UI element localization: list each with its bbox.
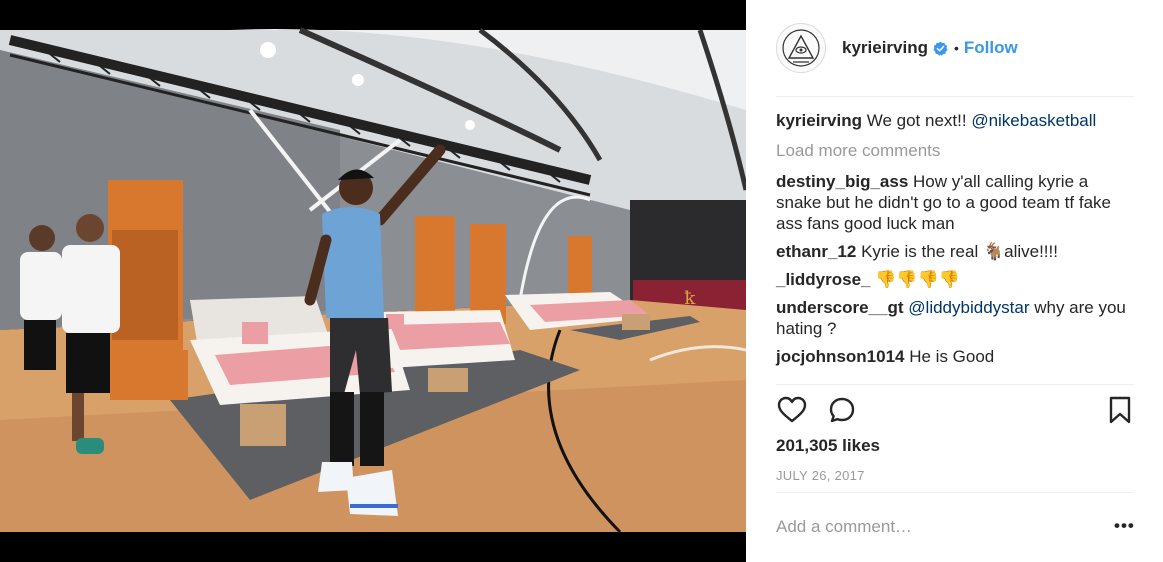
heart-icon	[777, 396, 807, 423]
post-sidebar: kyrieirving • Follow kyrieirving We got …	[746, 0, 1163, 562]
caption-mention[interactable]: @nikebasketball	[971, 111, 1096, 130]
add-comment-divider	[776, 492, 1134, 493]
comment: ethanr_12 Kyrie is the real 🐐alive!!!!	[776, 241, 1134, 262]
post-photo[interactable]: ꝁ	[0, 0, 746, 562]
comment-username[interactable]: ethanr_12	[776, 242, 856, 261]
save-button[interactable]	[1104, 394, 1136, 426]
comment-bubble-icon	[829, 397, 855, 423]
comments-divider	[776, 384, 1134, 385]
comment-mention[interactable]: @liddybiddystar	[908, 298, 1029, 317]
bookmark-icon	[1109, 396, 1131, 424]
comment-text: He is Good	[909, 347, 995, 366]
eye-pyramid-logo-icon	[782, 29, 820, 67]
header-separator: •	[954, 40, 959, 56]
comment: _liddyrose_ 👎👎👎👎	[776, 269, 1134, 290]
add-comment-input[interactable]: Add a comment…	[776, 517, 912, 537]
caption-text: We got next!!	[866, 111, 972, 130]
comment: destiny_big_ass How y'all calling kyrie …	[776, 171, 1134, 234]
post-image: ꝁ	[0, 0, 746, 562]
verified-badge-icon	[933, 40, 948, 56]
like-button[interactable]	[776, 394, 808, 426]
caption-username[interactable]: kyrieirving	[776, 111, 862, 130]
comment: jocjohnson1014 He is Good	[776, 346, 1134, 367]
header-username[interactable]: kyrieirving	[842, 38, 928, 58]
comments-list: kyrieirving We got next!! @nikebasketbal…	[776, 110, 1134, 374]
follow-button[interactable]: Follow	[964, 38, 1018, 58]
comment-username[interactable]: destiny_big_ass	[776, 172, 908, 191]
post-header: kyrieirving • Follow	[776, 22, 1134, 74]
comment: underscore__gt @liddybiddystar why are y…	[776, 297, 1134, 339]
comment-text: 👎👎👎👎	[875, 270, 960, 289]
comment-username[interactable]: underscore__gt	[776, 298, 904, 317]
caption: kyrieirving We got next!! @nikebasketbal…	[776, 110, 1134, 131]
load-more-comments-button[interactable]: Load more comments	[776, 140, 1134, 161]
likes-count[interactable]: 201,305 likes	[776, 436, 880, 456]
comment-button[interactable]	[826, 394, 858, 426]
action-bar	[776, 394, 1134, 428]
more-options-button[interactable]: •••	[1114, 516, 1135, 536]
header-divider	[776, 96, 1134, 97]
comment-username[interactable]: jocjohnson1014	[776, 347, 904, 366]
post-date[interactable]: JULY 26, 2017	[776, 468, 865, 483]
comment-username[interactable]: _liddyrose_	[776, 270, 871, 289]
avatar[interactable]	[776, 23, 826, 73]
comment-text: Kyrie is the real 🐐alive!!!!	[861, 242, 1058, 261]
